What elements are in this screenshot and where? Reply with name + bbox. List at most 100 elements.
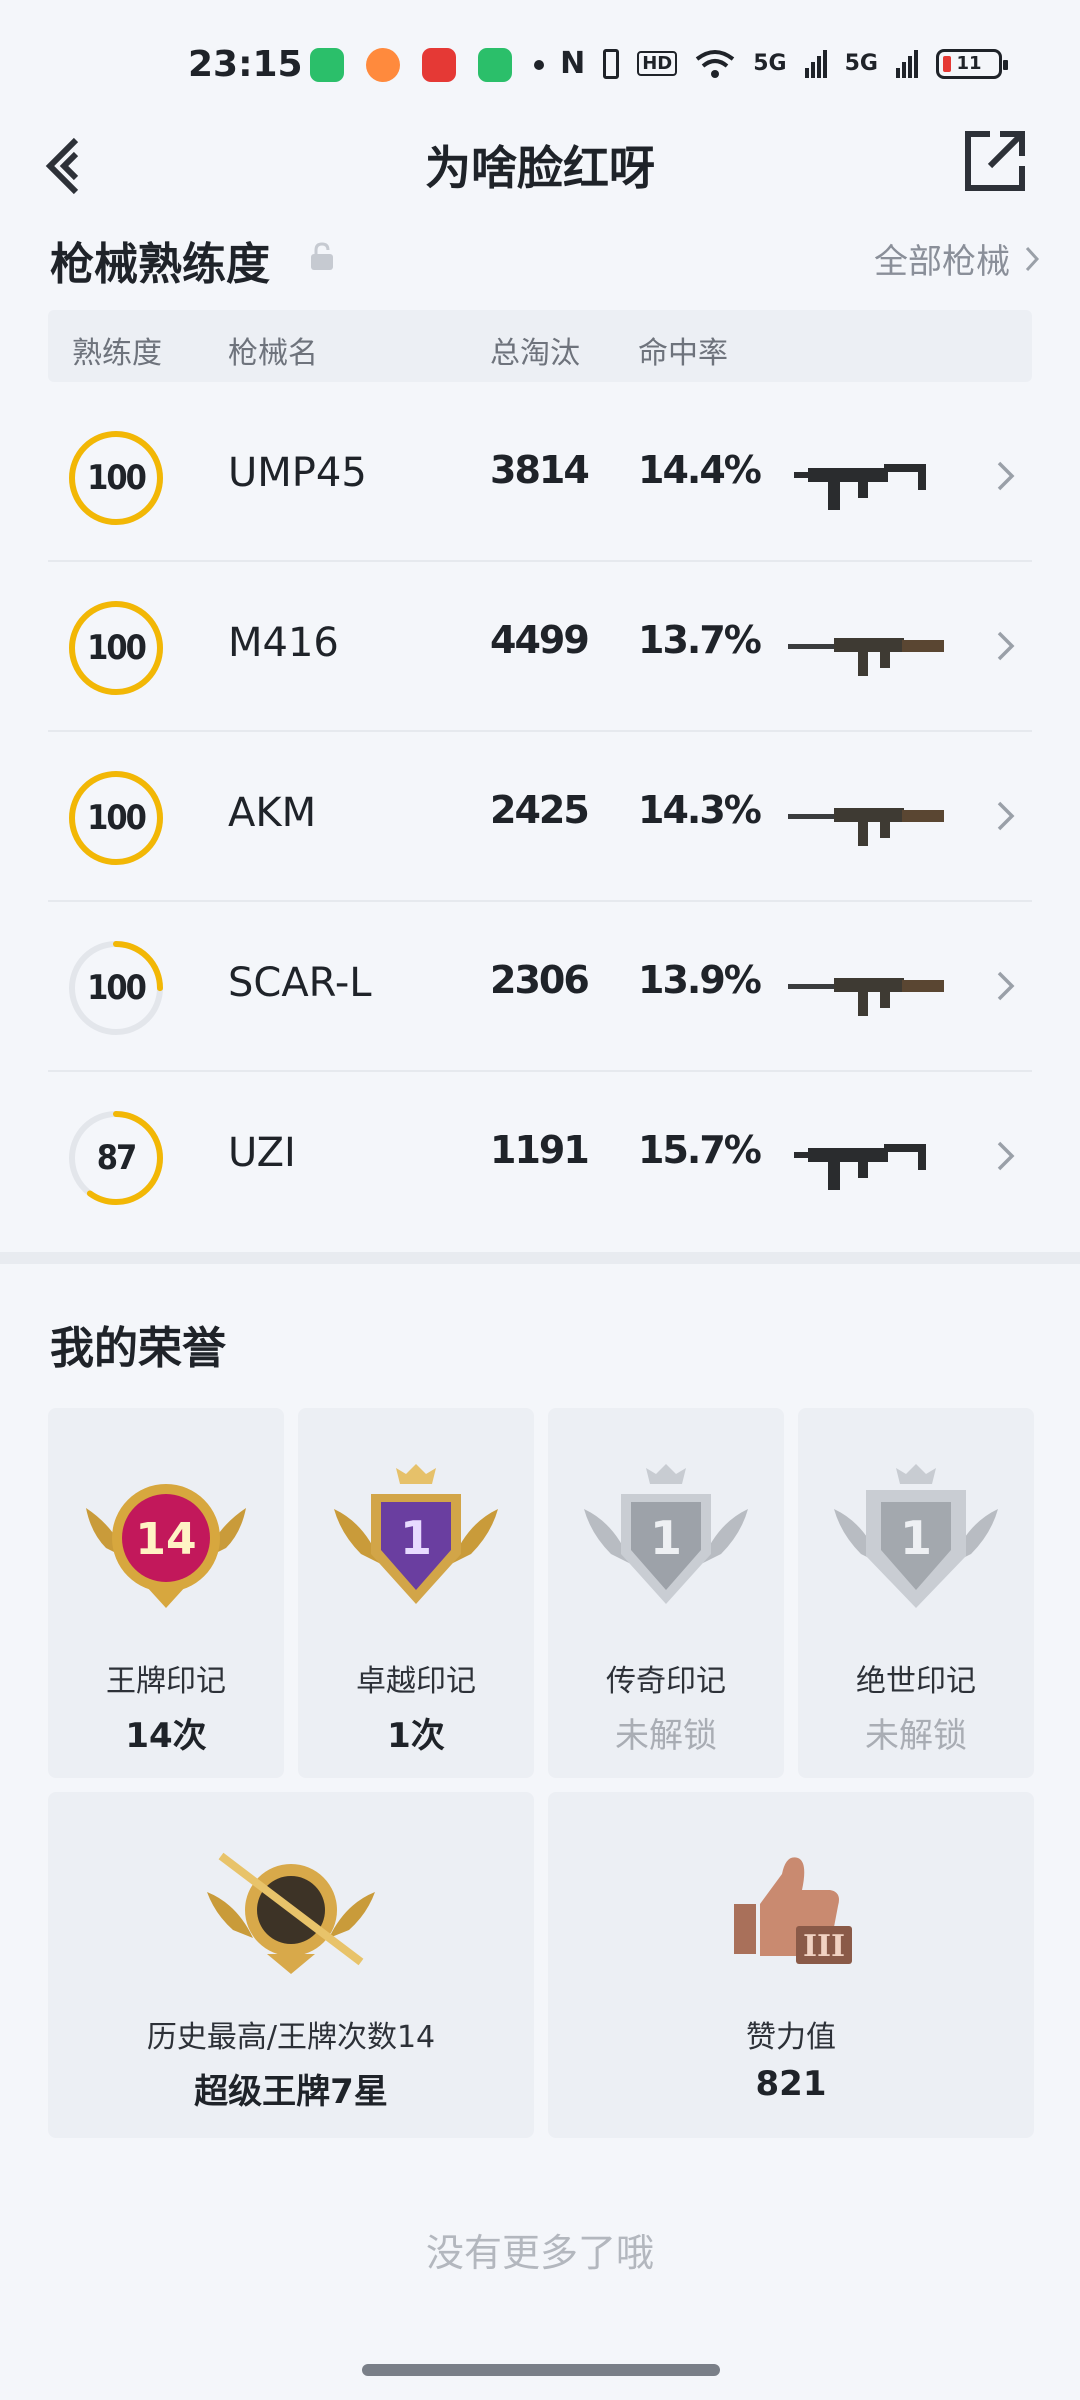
- page-title: 为啥脸红呀: [425, 141, 655, 195]
- smg-icon: [794, 1144, 926, 1190]
- mark-value: 14次: [125, 1716, 207, 1756]
- smg-icon: [794, 464, 926, 510]
- chevron-right-icon: [997, 631, 1015, 661]
- mark-card-peerless[interactable]: 1 绝世印记 未解锁: [798, 1408, 1034, 1778]
- lock-icon[interactable]: [308, 242, 336, 272]
- dot-icon: [534, 60, 544, 70]
- weapon-row[interactable]: 100 UMP45 3814 14.4%: [48, 392, 1032, 562]
- mastery-value: 100: [87, 798, 147, 838]
- game-app-icon: [366, 48, 400, 82]
- weapon-kills: 3814: [490, 448, 590, 492]
- mark-value: 未解锁: [615, 1716, 717, 1756]
- weapon-row[interactable]: 100 M416 4499 13.7%: [48, 562, 1032, 732]
- weapon-row[interactable]: 100 SCAR-L 2306 13.9%: [48, 902, 1032, 1072]
- weapon-name: AKM: [228, 790, 317, 836]
- mark-label: 绝世印记: [856, 1664, 976, 1699]
- weapon-mastery-title: 枪械熟练度: [50, 239, 270, 290]
- weapon-hit-rate: 13.7%: [638, 618, 762, 662]
- all-weapons-label: 全部枪械: [874, 242, 1010, 282]
- battery-level: 11: [956, 53, 982, 74]
- rifle-icon: [788, 638, 944, 676]
- all-weapons-link[interactable]: 全部枪械: [874, 234, 1040, 283]
- elite-mark-badge-icon: 1: [334, 1464, 498, 1604]
- weapon-name: UZI: [228, 1130, 296, 1176]
- home-indicator[interactable]: [362, 2364, 720, 2376]
- mastery-value: 100: [87, 458, 147, 498]
- mark-card-legend[interactable]: 1 传奇印记 未解锁: [548, 1408, 784, 1778]
- signal-bars-icon: [804, 49, 827, 78]
- nfc-icon: N: [560, 46, 586, 81]
- weapon-hit-rate: 15.7%: [638, 1128, 762, 1172]
- weapon-mastery-section: 枪械熟练度 全部枪械 熟练度 枪械名 总淘汰 命中率 100 UMP45 3814 1…: [0, 214, 1080, 1254]
- chevron-right-icon: [997, 971, 1015, 1001]
- rank-badge-icon: [207, 1852, 375, 1974]
- likes-card[interactable]: III 赞力值 821: [548, 1792, 1034, 2138]
- rifle-icon: [788, 808, 944, 846]
- col-kills: 总淘汰: [490, 336, 580, 371]
- status-bar: 23:15 N HD 5G 5G 11: [0, 0, 1080, 130]
- status-time: 23:15: [188, 44, 303, 85]
- weapon-row[interactable]: 100 AKM 2425 14.3%: [48, 732, 1032, 902]
- mark-value: 未解锁: [865, 1716, 967, 1756]
- likes-label: 赞力值: [746, 2020, 836, 2055]
- mark-value: 1次: [387, 1716, 445, 1756]
- ace-badge-number: 14: [135, 1514, 196, 1565]
- peerless-badge-number: 1: [900, 1511, 932, 1565]
- mastery-value: 100: [87, 628, 147, 668]
- rifle-icon: [788, 978, 944, 1016]
- legend-badge-number: 1: [650, 1511, 682, 1565]
- likes-tier-label: III: [803, 1929, 845, 1964]
- mastery-value: 100: [87, 968, 147, 1008]
- signal-bars-icon: [896, 49, 918, 78]
- peerless-mark-badge-icon: 1: [834, 1464, 998, 1608]
- app-header: 为啥脸红呀: [0, 118, 1080, 214]
- mark-label: 卓越印记: [356, 1664, 476, 1699]
- no-more-text: 没有更多了哦: [425, 2231, 654, 2275]
- honors-title: 我的荣誉: [50, 1323, 226, 1374]
- share-button[interactable]: [960, 126, 1030, 196]
- mark-label: 王牌印记: [106, 1664, 226, 1699]
- chevron-right-icon: [997, 801, 1015, 831]
- col-mastery: 熟练度: [72, 336, 162, 371]
- chevron-right-icon: [1025, 246, 1040, 271]
- likes-value: 821: [755, 2064, 827, 2104]
- signal-5g-1-icon: 5G: [753, 51, 787, 76]
- section-divider: [0, 1252, 1080, 1264]
- weapon-row[interactable]: 87 UZI 1191 15.7%: [48, 1072, 1032, 1242]
- weapon-kills: 2306: [490, 958, 590, 1002]
- ace-mark-badge-icon: 14: [86, 1484, 246, 1608]
- history-best-card[interactable]: 历史最高/王牌次数14 超级王牌7星: [48, 1792, 534, 2138]
- weapon-kills: 4499: [490, 618, 590, 662]
- legend-mark-badge-icon: 1: [584, 1464, 748, 1604]
- chevron-right-icon: [997, 1141, 1015, 1171]
- mark-label: 传奇印记: [606, 1664, 726, 1699]
- weapon-kills: 2425: [490, 788, 590, 832]
- weapon-hit-rate: 14.4%: [638, 448, 762, 492]
- weapon-name: UMP45: [228, 450, 367, 496]
- weapon-table-header: 熟练度 枪械名 总淘汰 命中率: [48, 310, 1032, 382]
- weapon-hit-rate: 14.3%: [638, 788, 762, 832]
- mark-card-elite[interactable]: 1 卓越印记 1次: [298, 1408, 534, 1778]
- battery-icon: 11: [936, 48, 1008, 79]
- col-name: 枪械名: [228, 336, 318, 371]
- vibrate-icon: [603, 48, 620, 79]
- status-system-icons: N HD 5G 5G 11: [560, 46, 1008, 81]
- weapon-kills: 1191: [490, 1128, 590, 1172]
- thumbs-up-icon: III: [734, 1857, 852, 1964]
- mark-card-ace[interactable]: 14 王牌印记 14次: [48, 1408, 284, 1778]
- history-best-label: 历史最高/王牌次数14: [146, 2020, 436, 2055]
- security-app-icon: [478, 48, 512, 82]
- weapon-hit-rate: 13.9%: [638, 958, 762, 1002]
- chevron-right-icon: [997, 461, 1015, 491]
- battery-app-icon: [310, 48, 344, 82]
- weapon-name: M416: [228, 620, 339, 666]
- history-best-value: 超级王牌7星: [194, 2072, 388, 2112]
- signal-5g-2-icon: 5G: [844, 51, 878, 76]
- col-hit-rate: 命中率: [638, 336, 728, 371]
- weapon-name: SCAR-L: [228, 960, 372, 1006]
- status-notification-icons: [310, 48, 544, 82]
- hd-icon: HD: [637, 51, 678, 76]
- mastery-value: 87: [96, 1138, 138, 1178]
- red-envelope-icon: [422, 48, 456, 82]
- wifi-icon: [696, 49, 735, 78]
